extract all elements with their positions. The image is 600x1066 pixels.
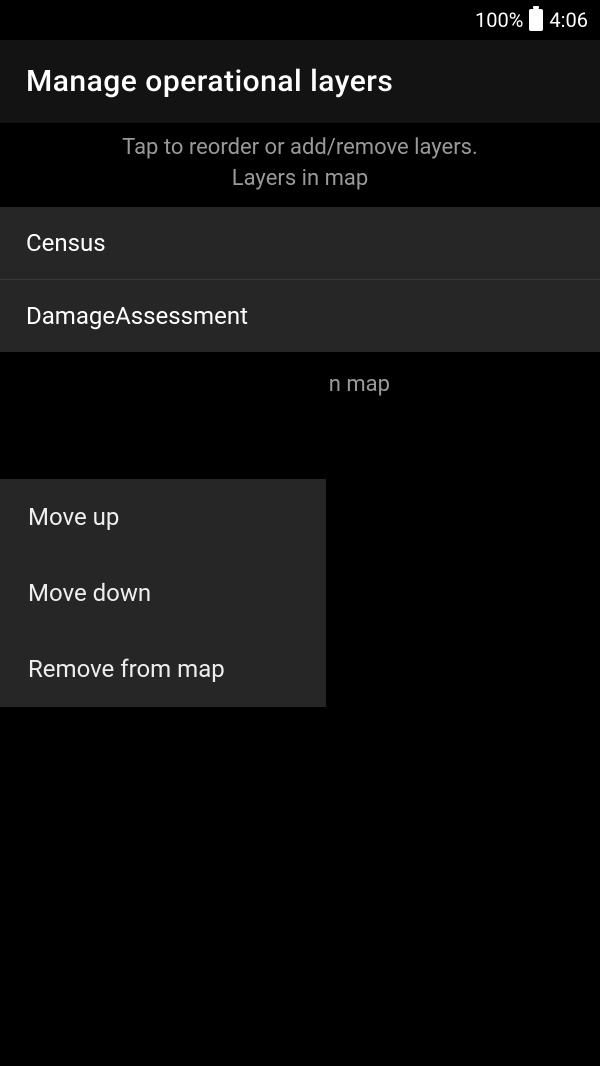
house-icon xyxy=(276,978,296,992)
ocean-label: Atlantic Oce an xyxy=(529,769,586,812)
layer-item[interactable]: Census xyxy=(0,207,600,280)
map-marker[interactable] xyxy=(362,717,402,757)
house-icon xyxy=(310,780,330,794)
map-marker[interactable] xyxy=(266,965,306,1005)
ocean-label: Pacific Ocean xyxy=(18,869,132,892)
app-bar: Manage operational layers xyxy=(0,40,600,123)
house-icon xyxy=(372,730,392,744)
continent-label: SOUTH AMERICA xyxy=(405,970,552,990)
context-menu-remove[interactable]: Remove from map xyxy=(0,631,326,707)
layer-context-menu: Move up Move down Remove from map xyxy=(0,479,326,707)
house-icon xyxy=(440,970,460,984)
layers-in-map-list: Census DamageAssessment xyxy=(0,207,600,352)
map-marker[interactable] xyxy=(430,957,470,997)
layer-item[interactable]: DamageAssessment xyxy=(0,280,600,352)
battery-percent: 100% xyxy=(475,8,523,32)
map-attribution: City of Naperville, IL, Esri., Inc., U… … xyxy=(0,1018,600,1060)
panel-hint: Tap to reorder or add/remove layers. Lay… xyxy=(0,123,600,207)
context-menu-move-up[interactable]: Move up xyxy=(0,479,326,555)
landmass xyxy=(420,459,600,559)
content-area: eloper Use Only NORTH AMERICA SOUTH AMER… xyxy=(0,123,600,1060)
landmass xyxy=(360,820,600,1060)
hint-line: Layers in map xyxy=(20,164,580,195)
status-bar: 100% 4:06 xyxy=(0,0,600,40)
map-marker[interactable] xyxy=(322,649,362,689)
ocean-label-line: Atlantic xyxy=(529,769,586,789)
license-watermark: eloper Use Only xyxy=(353,519,552,552)
removed-layers-section-label: n map xyxy=(0,352,600,417)
house-icon xyxy=(332,662,352,676)
page-title: Manage operational layers xyxy=(26,64,393,99)
attribution-source: City of Naperville, IL, Esri., Inc., U… xyxy=(10,1027,428,1051)
context-menu-move-down[interactable]: Move down xyxy=(0,555,326,631)
battery-icon xyxy=(529,9,543,31)
map-marker[interactable] xyxy=(300,767,340,807)
hint-line: Tap to reorder or add/remove layers. xyxy=(20,133,580,164)
attribution-powered-by: Powered by Esri xyxy=(448,1027,590,1051)
ocean-label-line: Oce an xyxy=(532,791,583,811)
clock: 4:06 xyxy=(549,8,588,32)
